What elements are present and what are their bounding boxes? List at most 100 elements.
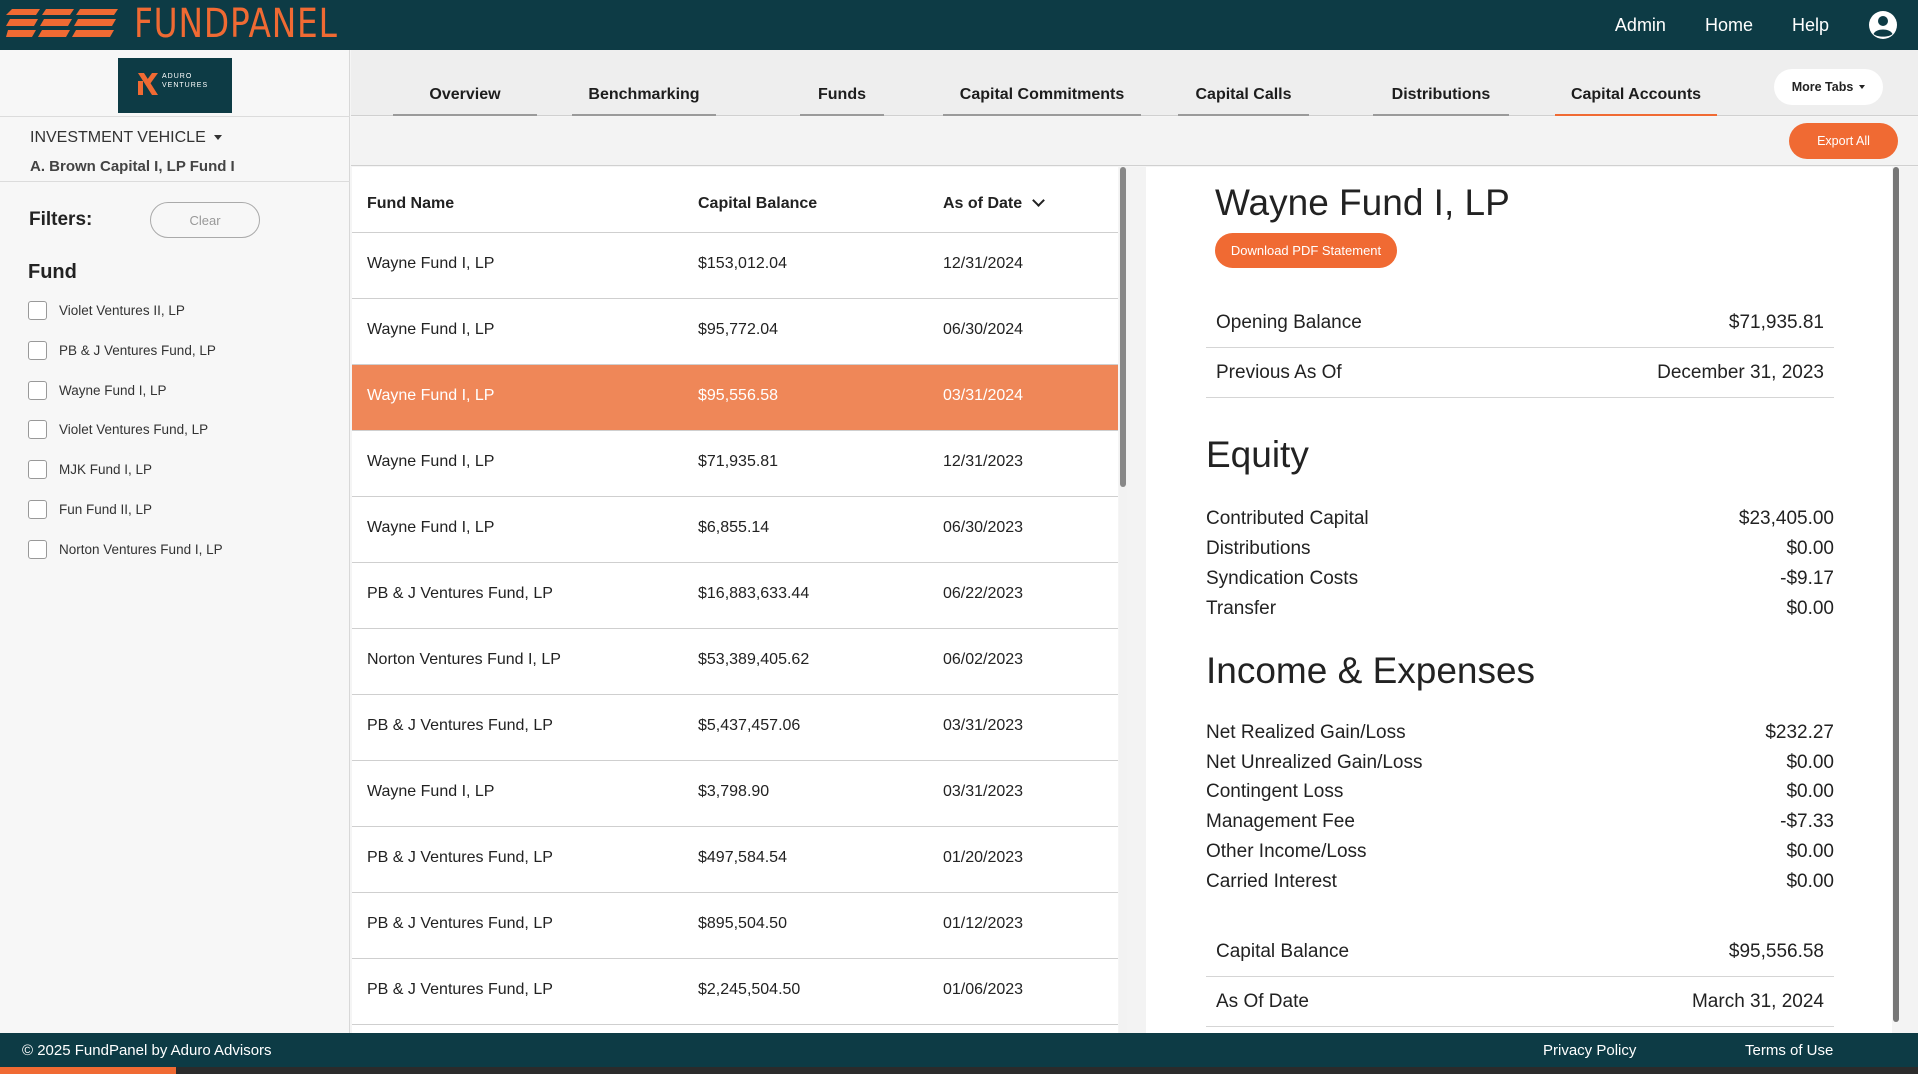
column-header-capital-balance[interactable]: Capital Balance: [698, 195, 817, 213]
table-row[interactable]: PB & J Ventures Fund, LP $16,883,633.44 06…: [352, 563, 1118, 629]
fund-checkbox[interactable]: [28, 380, 47, 400]
tab-funds[interactable]: Funds: [800, 50, 884, 116]
fund-filter-heading: Fund: [28, 261, 77, 283]
table-row[interactable]: Norton Ventures Fund I, LP $53,389,405.62…: [352, 629, 1118, 695]
tab-overview[interactable]: Overview: [393, 50, 537, 116]
clear-filters-button[interactable]: Clear: [150, 202, 260, 238]
fund-checkbox[interactable]: [28, 459, 47, 479]
investment-vehicle-value: A. Brown Capital I, LP Fund I: [30, 158, 235, 175]
column-header-as-of-date[interactable]: As of Date: [943, 194, 1045, 213]
fund-checkbox[interactable]: [28, 340, 47, 360]
table-row[interactable]: PB & J Ventures Fund, LP $2,245,504.50 01/…: [352, 959, 1118, 1025]
capital-balance-row: Capital Balance $95,556.58: [1206, 927, 1834, 977]
as-of-date-header-label: As of Date: [943, 195, 1023, 212]
user-circle-icon[interactable]: [1868, 10, 1898, 40]
table-row-selected[interactable]: Wayne Fund I, LP $95,556.58 03/31/2024: [352, 365, 1118, 431]
capital-account-detail: Wayne Fund I, LP Download PDF Statement …: [1146, 167, 1892, 1033]
toolbar: Export All: [351, 117, 1918, 166]
cell-fund-name: Wayne Fund I, LP: [367, 255, 495, 272]
column-header-fund-name[interactable]: Fund Name: [367, 195, 454, 213]
previous-as-of-row: Previous As Of December 31, 2023: [1206, 348, 1834, 398]
income-value: $0.00: [1786, 871, 1834, 892]
table-row[interactable]: PB & J Ventures Fund, LP $497,584.54 01/20…: [352, 827, 1118, 893]
income-label: Other Income/Loss: [1206, 841, 1367, 862]
tab-capital-calls[interactable]: Capital Calls: [1178, 50, 1309, 116]
income-label: Contingent Loss: [1206, 781, 1344, 802]
cell-capital-balance: $153,012.04: [698, 255, 787, 272]
fund-filter-item[interactable]: Wayne Fund I, LP: [28, 379, 167, 401]
table-row[interactable]: Wayne Fund I, LP $6,855.14 06/30/2023: [352, 497, 1118, 563]
detail-scrollbar[interactable]: [1892, 167, 1900, 1033]
table-scrollbar[interactable]: [1119, 167, 1127, 1033]
brand-line1: ADURO: [162, 73, 193, 80]
top-navbar: FUNDPANEL Admin Home Help: [0, 0, 1918, 50]
cell-capital-balance: $5,437,457.06: [698, 717, 801, 734]
investment-vehicle-dropdown[interactable]: INVESTMENT VEHICLE: [30, 129, 222, 147]
table-row[interactable]: Wayne Fund I, LP $153,012.04 12/31/2024: [352, 233, 1118, 299]
aduro-ventures-logo: ADURO VENTURES: [118, 58, 232, 113]
tab-capital-commitments[interactable]: Capital Commitments: [943, 50, 1141, 116]
detail-title: Wayne Fund I, LP: [1215, 182, 1510, 223]
privacy-policy-link[interactable]: Privacy Policy: [1543, 1042, 1636, 1059]
equity-label: Transfer: [1206, 598, 1277, 619]
chevron-down-icon[interactable]: [1032, 194, 1045, 207]
caret-down-icon: [213, 135, 222, 141]
detail-scrollbar-thumb[interactable]: [1893, 167, 1899, 1022]
fund-filter-item[interactable]: PB & J Ventures Fund, LP: [28, 339, 216, 361]
cell-as-of-date: 06/22/2023: [943, 585, 1024, 602]
income-value: -$7.33: [1780, 811, 1834, 832]
table-row[interactable]: Wayne Fund I, LP $95,772.04 06/30/2024: [352, 299, 1118, 365]
tab-capital-accounts[interactable]: Capital Accounts: [1555, 50, 1717, 116]
nav-admin-link[interactable]: Admin: [1615, 15, 1666, 36]
cell-capital-balance: $16,883,633.44: [698, 585, 810, 602]
terms-of-use-link[interactable]: Terms of Use: [1745, 1042, 1833, 1059]
fund-filter-label: Violet Ventures II, LP: [59, 302, 185, 318]
more-tabs-button[interactable]: More Tabs: [1774, 69, 1883, 105]
table-scrollbar-thumb[interactable]: [1120, 167, 1126, 487]
fund-filter-item[interactable]: Violet Ventures Fund, LP: [28, 418, 208, 440]
fund-checkbox[interactable]: [28, 300, 47, 320]
fund-filter-item[interactable]: Norton Ventures Fund I, LP: [28, 538, 223, 560]
equity-value: $0.00: [1786, 598, 1834, 619]
table-row[interactable]: Wayne Fund I, LP $71,935.81 12/31/2023: [352, 431, 1118, 497]
cell-capital-balance: $95,556.58: [698, 387, 779, 404]
download-pdf-statement-button[interactable]: Download PDF Statement: [1215, 233, 1397, 268]
cell-fund-name: Wayne Fund I, LP: [367, 453, 495, 470]
tab-benchmarking[interactable]: Benchmarking: [572, 50, 716, 116]
previous-as-of-label: Previous As Of: [1216, 362, 1342, 383]
cell-fund-name: Wayne Fund I, LP: [367, 321, 495, 338]
opening-balance-row: Opening Balance $71,935.81: [1206, 298, 1834, 348]
brand-line2: VENTURES: [162, 82, 209, 89]
cell-as-of-date: 06/02/2023: [943, 651, 1024, 668]
aduro-mark-icon: [138, 73, 158, 95]
table-row[interactable]: Wayne Fund I, LP $3,798.90 03/31/2023: [352, 761, 1118, 827]
fund-checkbox[interactable]: [28, 419, 47, 439]
table-row[interactable]: PB & J Ventures Fund, LP $895,504.50 01/12…: [352, 893, 1118, 959]
cell-capital-balance: $2,245,504.50: [698, 981, 801, 998]
fund-checkbox[interactable]: [28, 539, 47, 559]
nav-help-link[interactable]: Help: [1792, 15, 1829, 36]
panel-gap: [1127, 167, 1146, 1033]
tab-distributions[interactable]: Distributions: [1373, 50, 1509, 116]
equity-label: Syndication Costs: [1206, 568, 1359, 589]
equity-label: Contributed Capital: [1206, 508, 1369, 529]
cell-fund-name: PB & J Ventures Fund, LP: [367, 981, 553, 998]
fund-checkbox[interactable]: [28, 499, 47, 519]
cell-fund-name: PB & J Ventures Fund, LP: [367, 717, 553, 734]
table-row[interactable]: PB & J Ventures Fund, LP $5,437,457.06 03/…: [352, 695, 1118, 761]
cell-as-of-date: 03/31/2023: [943, 783, 1024, 800]
export-all-button[interactable]: Export All: [1789, 123, 1898, 159]
footer-accent: [0, 1067, 176, 1074]
nav-home-link[interactable]: Home: [1705, 15, 1753, 36]
caret-down-icon: [1859, 85, 1866, 89]
income-value: $0.00: [1786, 781, 1834, 802]
fund-filter-item[interactable]: Violet Ventures II, LP: [28, 299, 185, 321]
fund-filter-item[interactable]: Fun Fund II, LP: [28, 498, 152, 520]
fundpanel-logo-text[interactable]: FUNDPANEL: [134, 2, 338, 46]
equity-value: -$9.17: [1780, 568, 1834, 589]
cell-fund-name: Wayne Fund I, LP: [367, 519, 495, 536]
more-tabs-label: More Tabs: [1791, 80, 1854, 94]
fund-filter-item[interactable]: MJK Fund I, LP: [28, 458, 152, 480]
copyright-text: © 2025 FundPanel by Aduro Advisors: [22, 1042, 272, 1059]
equity-heading: Equity: [1206, 434, 1309, 475]
